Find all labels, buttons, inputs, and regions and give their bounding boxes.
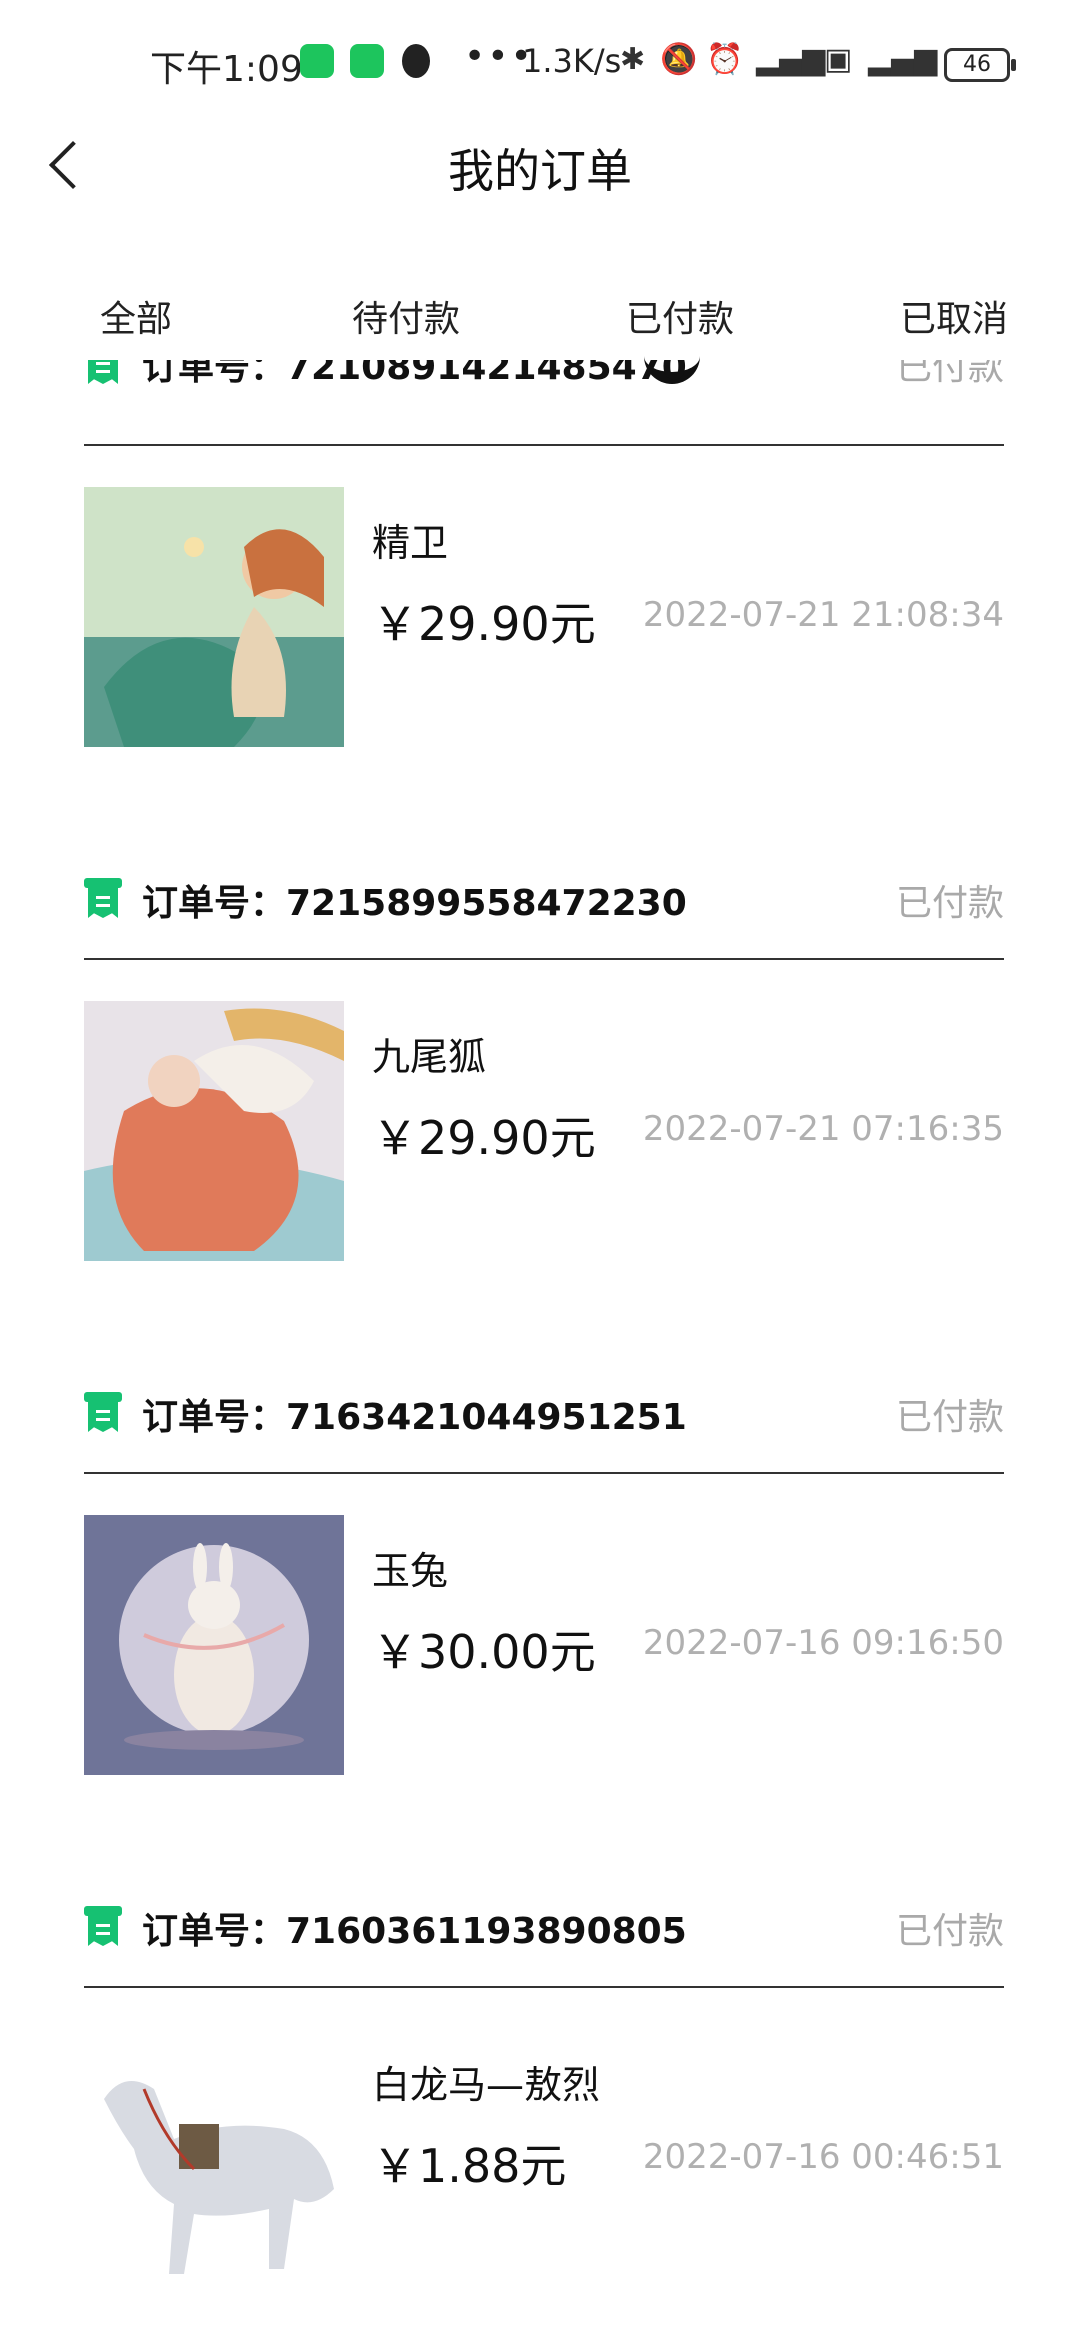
- product-image[interactable]: [84, 1001, 344, 1261]
- product-name: 九尾狐: [372, 1035, 487, 1079]
- order-status: 已付款: [895, 1397, 1004, 1438]
- hd-icon: ▣: [824, 42, 853, 77]
- product-name: 精卫: [372, 521, 449, 565]
- signal-icon: ▂▄▆: [756, 42, 826, 77]
- network-speed: 1.3K/s: [522, 42, 622, 80]
- divider: [84, 1472, 1004, 1474]
- product-image[interactable]: [84, 1515, 344, 1775]
- receipt-icon: [84, 1906, 122, 1950]
- qq-icon: [402, 44, 430, 78]
- product-price: ￥30.00元: [372, 1625, 596, 1679]
- order-header: 订单号：7160361193890805 已付款: [84, 1902, 1004, 1962]
- tab-all[interactable]: 全部: [100, 290, 172, 342]
- order-header: 订单号：7163421044951251 已付款: [84, 1388, 1004, 1448]
- order-header: 订单号：7210891421485470 已付款: [84, 360, 1004, 390]
- order-status: 已付款: [895, 1911, 1004, 1952]
- order-status: 已付款: [895, 360, 1004, 388]
- product-name: 白龙马—敖烈: [372, 2063, 601, 2107]
- receipt-icon: [84, 1392, 122, 1436]
- tab-cancelled[interactable]: 已取消: [900, 290, 1008, 342]
- order-number: 订单号：7163421044951251: [142, 1397, 687, 1438]
- mute-icon: 🔕: [660, 42, 698, 77]
- tab-paid[interactable]: 已付款: [626, 290, 734, 342]
- order-number: 订单号：7160361193890805: [142, 1911, 687, 1952]
- alarm-icon: ⏰: [706, 42, 744, 77]
- divider: [84, 958, 1004, 960]
- product-name: 玉兔: [372, 1549, 449, 1593]
- receipt-icon: [84, 878, 122, 922]
- divider: [84, 444, 1004, 446]
- receipt-icon: [84, 360, 122, 388]
- product-price: ￥1.88元: [372, 2139, 567, 2193]
- product-image[interactable]: [84, 2029, 344, 2289]
- order-date: 2022-07-21 07:16:35: [642, 1109, 1004, 1149]
- order-number: 订单号：7215899558472230: [142, 883, 687, 924]
- bluetooth-icon: ✱: [620, 42, 646, 77]
- signal-icon: ▂▄▆: [868, 42, 938, 77]
- order-number: 订单号：7210891421485470: [142, 360, 687, 388]
- divider: [84, 1986, 1004, 1988]
- page-title: 我的订单: [448, 144, 632, 198]
- order-header: 订单号：7215899558472230 已付款: [84, 874, 1004, 934]
- wechat-icon: [350, 44, 384, 78]
- tab-pending-payment[interactable]: 待付款: [352, 290, 460, 342]
- product-image[interactable]: [84, 487, 344, 747]
- order-date: 2022-07-21 21:08:34: [642, 595, 1004, 635]
- product-price: ￥29.90元: [372, 1111, 596, 1165]
- order-date: 2022-07-16 00:46:51: [642, 2137, 1004, 2177]
- title-bar: 我的订单: [0, 110, 1080, 220]
- wechat-icon: [300, 44, 334, 78]
- order-status: 已付款: [895, 883, 1004, 924]
- order-date: 2022-07-16 09:16:50: [642, 1623, 1004, 1663]
- status-time: 下午1:09: [150, 49, 303, 90]
- battery-icon: 46: [944, 48, 1016, 82]
- product-price: ￥29.90元: [372, 597, 596, 651]
